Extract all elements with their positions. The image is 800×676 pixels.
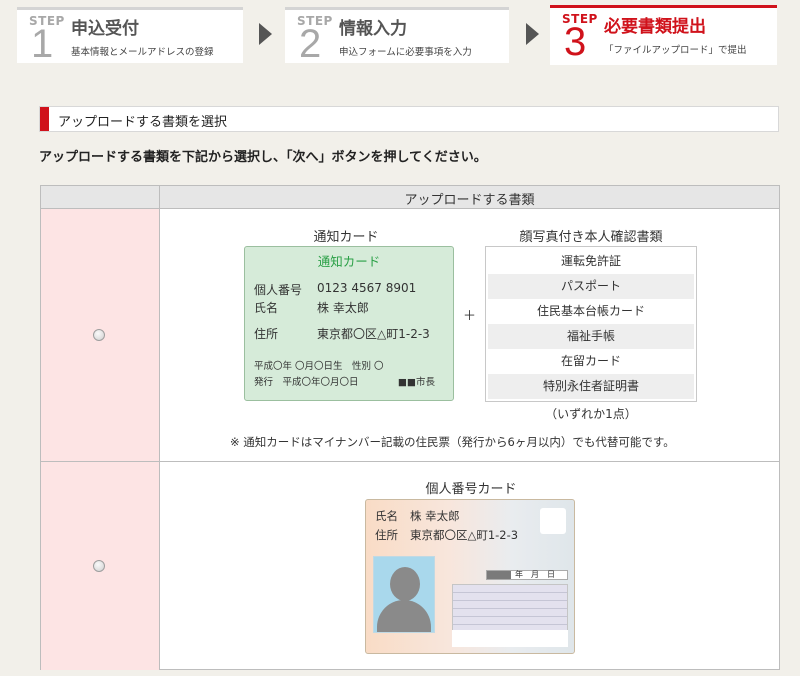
id-item: 特別永住者証明書 [488, 374, 694, 399]
portrait-body [377, 600, 431, 632]
chip-square [540, 508, 566, 534]
step-1: STEP 1 申込受付 基本情報とメールアドレスの登録 [17, 7, 243, 66]
mcard-name-value: 株 幸太郎 [410, 509, 460, 523]
step-progress: STEP 1 申込受付 基本情報とメールアドレスの登録 STEP 2 情報入力 … [0, 0, 800, 68]
step-arrow-icon [259, 23, 272, 45]
notice-card-caption: 通知カード [313, 230, 379, 245]
notice-card-image: 通知カード 個人番号 0123 4567 8901 氏名 株 幸太郎 住所 東京… [244, 246, 454, 401]
step-2: STEP 2 情報入力 申込フォームに必要事項を入力 [285, 7, 509, 66]
step-3-number: 3 [564, 20, 587, 64]
card-name-value: 株 幸太郎 [317, 301, 369, 315]
document-select-table: アップロードする書類 通知カード 顔写真付き本人確認書類 通知カード 個人番号 … [40, 185, 780, 670]
mcard-info-lines [452, 584, 568, 633]
option-1-radio-cell[interactable] [41, 209, 160, 461]
date-dark-block [487, 571, 511, 579]
id-item: 運転免許証 [560, 254, 621, 268]
notice-card-title: 通知カード [317, 254, 381, 269]
mcard-address-value: 東京都〇区△町1-2-3 [410, 528, 519, 542]
section-title: アップロードする書類を選択 [58, 115, 228, 130]
id-item: パスポート [488, 274, 694, 299]
photo-id-list: 運転免許証 パスポート 住民基本台帳カード 福祉手帳 在留カード 特別永住者証明… [485, 246, 697, 402]
mynumber-card-caption: 個人番号カード [425, 482, 517, 497]
portrait-head [390, 567, 420, 601]
id-item: 住民基本台帳カード [536, 304, 645, 318]
portrait-photo-icon [373, 556, 435, 633]
card-address-value: 東京都〇区△町1-2-3 [317, 327, 430, 341]
photo-id-caption: 顔写真付き本人確認書類 [519, 230, 663, 245]
mcard-date-text: 年 月 日 [515, 570, 555, 579]
header-empty-cell [41, 186, 160, 208]
card-number-value: 0123 4567 8901 [317, 281, 417, 295]
id-item: 福祉手帳 [488, 324, 694, 349]
option-2-radio[interactable] [93, 560, 105, 572]
mynumber-card-image: 氏名 株 幸太郎 住所 東京都〇区△町1-2-3 年 月 日 [365, 499, 575, 654]
option-1-radio[interactable] [93, 329, 105, 341]
step-2-title: 情報入力 [339, 19, 407, 39]
step-3-subtitle: 「ファイルアップロード」で提出 [604, 45, 747, 56]
option-2-radio-cell[interactable] [41, 462, 160, 670]
table-header-label: アップロードする書類 [404, 193, 535, 208]
card-issuer: ■■市長 [398, 377, 435, 388]
instruction-text: アップロードする書類を下記から選択し、「次へ」ボタンを押してください。 [39, 150, 487, 165]
mcard-address-label: 住所 [375, 528, 398, 542]
section-heading: アップロードする書類を選択 [39, 106, 779, 132]
card-number-label: 個人番号 [254, 283, 303, 297]
step-2-number: 2 [299, 22, 322, 66]
step-2-subtitle: 申込フォームに必要事項を入力 [339, 47, 472, 58]
step-1-title: 申込受付 [71, 19, 139, 39]
mcard-date-field: 年 月 日 [486, 570, 568, 580]
card-issue-line: 発行 平成〇年〇月〇日 [254, 377, 359, 388]
step-3-title: 必要書類提出 [604, 17, 706, 37]
mcard-blank-strip [452, 630, 568, 647]
id-item: 在留カード [560, 354, 621, 368]
step-arrow-icon [526, 23, 539, 45]
card-address-label: 住所 [254, 327, 279, 341]
id-list-note: （いずれか1点） [545, 407, 637, 421]
table-header: アップロードする書類 [41, 186, 779, 209]
section-accent-bar [40, 107, 49, 131]
notice-card-footnote: ※ 通知カードはマイナンバー記載の住民票（発行から6ヶ月以内）でも代替可能です。 [230, 435, 675, 449]
card-name-label: 氏名 [254, 301, 279, 315]
plus-icon: ＋ [463, 309, 477, 324]
step-1-number: 1 [31, 22, 54, 66]
mcard-name-label: 氏名 [375, 509, 398, 523]
card-birth-line: 平成〇年 〇月〇日生 性別 〇 [254, 361, 384, 372]
step-1-subtitle: 基本情報とメールアドレスの登録 [71, 47, 214, 58]
step-3-current: STEP 3 必要書類提出 「ファイルアップロード」で提出 [550, 5, 777, 65]
